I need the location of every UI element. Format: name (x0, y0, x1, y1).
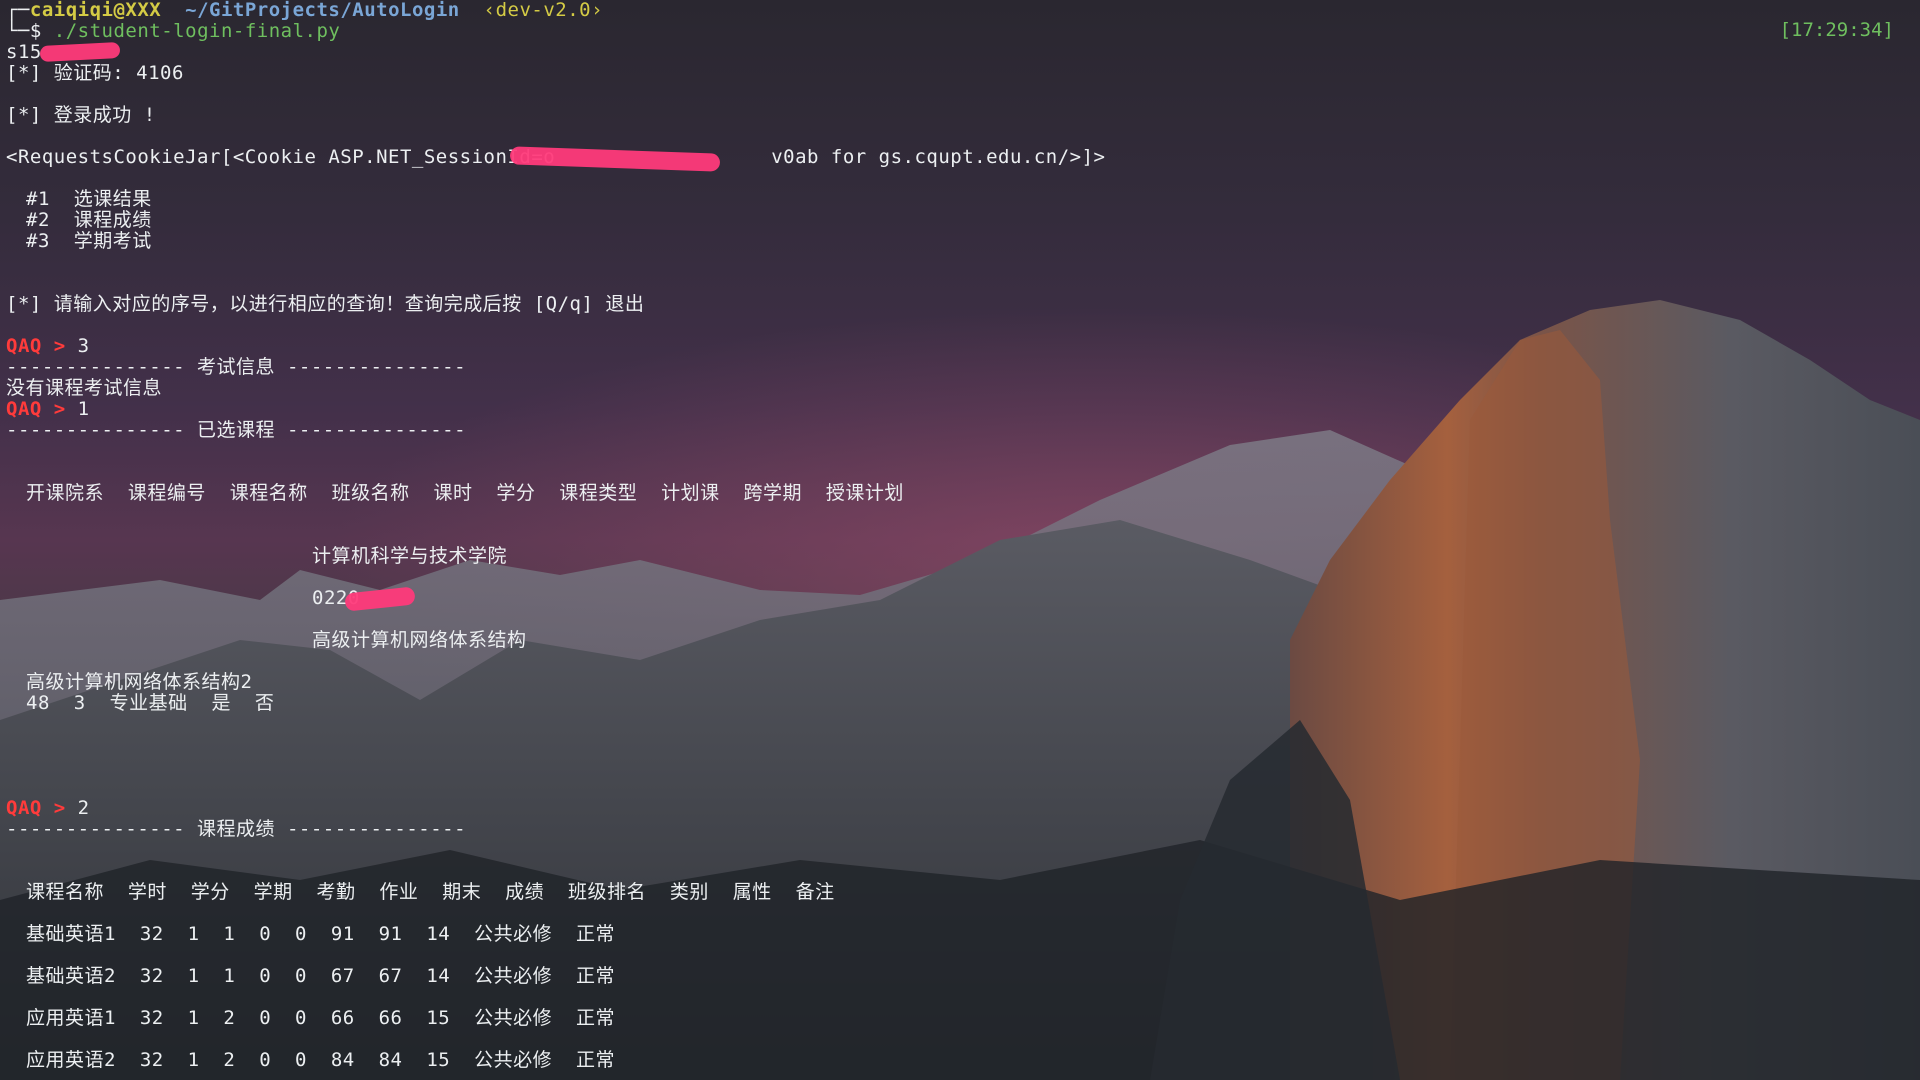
redaction-mark (39, 41, 121, 63)
instruction-line: [*] 请输入对应的序号，以进行相应的查询！查询完成后按 [Q/q] 退出 (6, 293, 645, 315)
command-text: ./student-login-final.py (53, 20, 341, 42)
course-dept: 计算机科学与技术学院 (312, 545, 508, 567)
grade-row: 应用英语2 32 1 2 0 0 84 84 15 公共必修 正常 (26, 1049, 615, 1071)
prompt-user: caiqiqi@XXX (29, 0, 162, 21)
qaq-input: 3 (77, 335, 90, 357)
menu-item-2: #2 课程成绩 (26, 209, 152, 231)
qaq-prompt-3: QAQ > 2 (6, 798, 90, 819)
student-id-line: s15 (6, 41, 42, 63)
qaq-label: QAQ > (6, 797, 78, 819)
grade-columns: 课程名称 学时 学分 学期 考勤 作业 期末 成绩 班级排名 类别 属性 备注 (26, 881, 835, 903)
login-success-line: [*] 登录成功 ! (6, 104, 156, 126)
cookie-suffix: v0ab for gs.cqupt.edu.cn/>]> (771, 146, 1106, 168)
prompt-branch: ‹dev-v2.0› (483, 0, 604, 21)
course-header: --------------- 已选课程 --------------- (6, 419, 467, 441)
prompt-dollar: $ (29, 20, 42, 42)
qaq-label: QAQ > (6, 335, 78, 357)
qaq-input: 1 (77, 398, 90, 420)
qaq-input: 2 (77, 797, 90, 819)
grade-row: 基础英语1 32 1 1 0 0 91 91 14 公共必修 正常 (26, 923, 615, 945)
prompt-clock: [17:29:34] (1779, 19, 1894, 41)
qaq-label: QAQ > (6, 398, 78, 420)
qaq-prompt-2: QAQ > 1 (6, 399, 90, 420)
course-class: 高级计算机网络体系结构2 (26, 671, 253, 693)
exam-header: --------------- 考试信息 --------------- (6, 356, 467, 378)
qaq-prompt-1: QAQ > 3 (6, 336, 90, 357)
grade-row: 应用英语1 32 1 2 0 0 66 66 15 公共必修 正常 (26, 1007, 615, 1029)
terminal-window: ┌─caiqiqi@XXX ~/GitProjects/AutoLogin ‹d… (0, 0, 1920, 1080)
course-rest: 48 3 专业基础 是 否 (26, 692, 275, 714)
course-name: 高级计算机网络体系结构 (312, 629, 527, 651)
grade-row: 基础英语2 32 1 1 0 0 67 67 14 公共必修 正常 (26, 965, 615, 987)
cookie-prefix: <RequestsCookieJar[<Cookie ASP.NET_Sessi… (6, 146, 556, 168)
prompt-line-2: └─$ ./student-login-final.py (6, 20, 341, 42)
prompt-line-1: ┌─caiqiqi@XXX ~/GitProjects/AutoLogin ‹d… (6, 0, 604, 21)
menu-item-1: #1 选课结果 (26, 188, 152, 210)
no-exam-line: 没有课程考试信息 (6, 377, 163, 399)
captcha-line: [*] 验证码: 4106 (6, 62, 184, 84)
grade-header: --------------- 课程成绩 --------------- (6, 818, 467, 840)
prompt-path: ~/GitProjects/AutoLogin (185, 0, 460, 21)
menu-item-3: #3 学期考试 (26, 230, 152, 252)
course-columns: 开课院系 课程编号 课程名称 班级名称 课时 学分 课程类型 计划课 跨学期 授… (26, 482, 904, 504)
